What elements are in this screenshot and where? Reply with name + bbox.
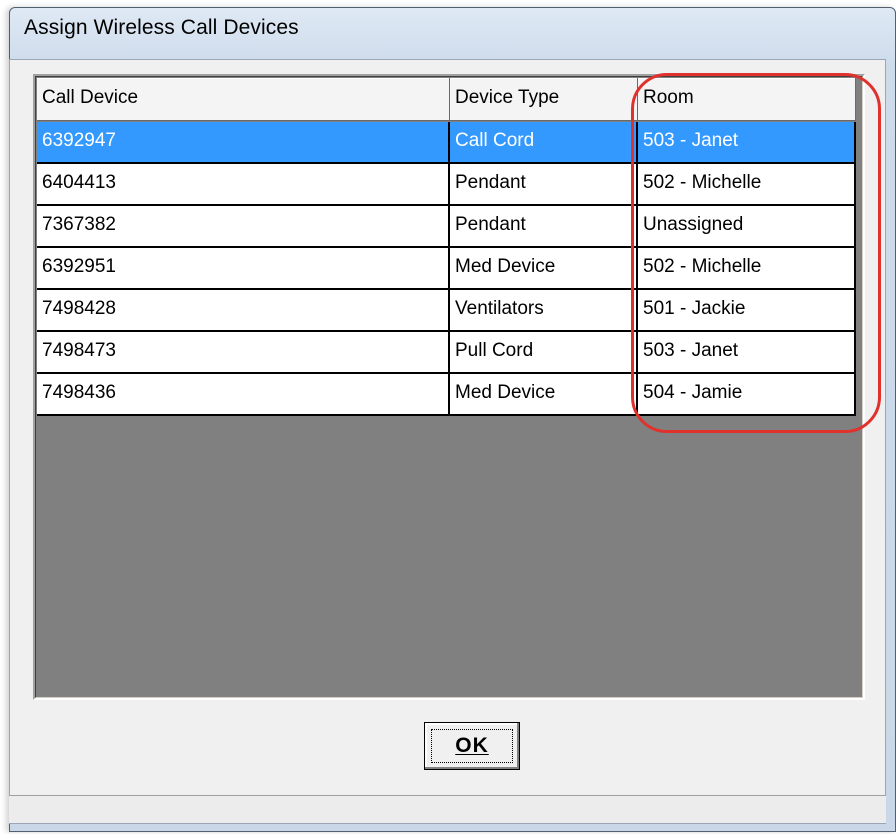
table-row[interactable]: 6404413 Pendant 502 - Michelle (37, 164, 856, 206)
grid-body: Call Device Device Type Room 6392947 Cal… (35, 76, 863, 698)
device-type-cell[interactable]: Pull Cord (450, 332, 638, 374)
ok-button[interactable]: OK (424, 722, 520, 770)
table-row[interactable]: 6392947 Call Cord 503 - Janet (37, 122, 856, 164)
column-header-device-type[interactable]: Device Type (450, 78, 638, 121)
call-device-cell[interactable]: 7367382 (37, 206, 450, 248)
column-header-room[interactable]: Room (638, 78, 856, 121)
call-device-cell[interactable]: 6392947 (37, 122, 450, 164)
device-grid[interactable]: Call Device Device Type Room 6392947 Cal… (33, 74, 865, 700)
room-cell[interactable]: 502 - Michelle (638, 248, 856, 290)
call-device-cell[interactable]: 6404413 (37, 164, 450, 206)
room-cell[interactable]: 504 - Jamie (638, 374, 856, 416)
room-cell[interactable]: 503 - Janet (638, 332, 856, 374)
device-type-cell[interactable]: Pendant (450, 164, 638, 206)
call-device-cell[interactable]: 6392951 (37, 248, 450, 290)
device-type-cell[interactable]: Ventilators (450, 290, 638, 332)
room-cell[interactable]: 501 - Jackie (638, 290, 856, 332)
ok-button-label: OK (455, 734, 489, 757)
column-header-call-device[interactable]: Call Device (37, 78, 450, 121)
table-row[interactable]: 7498436 Med Device 504 - Jamie (37, 374, 856, 416)
device-type-cell[interactable]: Pendant (450, 206, 638, 248)
window-title: Assign Wireless Call Devices (24, 16, 299, 39)
call-device-cell[interactable]: 7498436 (37, 374, 450, 416)
device-type-cell[interactable]: Med Device (450, 374, 638, 416)
table-row[interactable]: 6392951 Med Device 502 - Michelle (37, 248, 856, 290)
room-cell[interactable]: 503 - Janet (638, 122, 856, 164)
room-cell[interactable]: 502 - Michelle (638, 164, 856, 206)
room-cell[interactable]: Unassigned (638, 206, 856, 248)
table-row[interactable]: 7367382 Pendant Unassigned (37, 206, 856, 248)
call-device-cell[interactable]: 7498428 (37, 290, 450, 332)
device-type-cell[interactable]: Med Device (450, 248, 638, 290)
table-row[interactable]: 7498428 Ventilators 501 - Jackie (37, 290, 856, 332)
call-device-cell[interactable]: 7498473 (37, 332, 450, 374)
table-row[interactable]: 7498473 Pull Cord 503 - Janet (37, 332, 856, 374)
device-type-cell[interactable]: Call Cord (450, 122, 638, 164)
status-bar (9, 795, 886, 823)
